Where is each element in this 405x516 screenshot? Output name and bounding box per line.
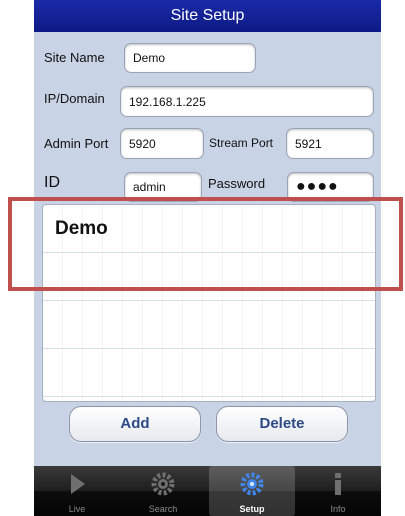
tab-label: Setup xyxy=(239,504,265,514)
site-list-item[interactable] xyxy=(43,349,375,397)
highlight-box xyxy=(8,197,403,291)
tab-label: Info xyxy=(330,504,346,514)
stream-port-field[interactable]: 5921 xyxy=(286,128,374,159)
id-label: ID xyxy=(44,174,60,191)
tab-label: Search xyxy=(148,504,178,514)
tab-setup[interactable]: Setup xyxy=(209,466,295,516)
page-title: Site Setup xyxy=(34,0,381,32)
info-icon xyxy=(335,473,341,495)
site-name-field[interactable]: Demo xyxy=(124,43,256,73)
add-button[interactable]: Add xyxy=(69,406,201,442)
search-gear-icon xyxy=(151,472,175,496)
stream-port-label: Stream Port xyxy=(209,136,274,150)
play-icon xyxy=(71,474,85,494)
site-name-label: Site Name xyxy=(44,50,105,65)
tab-info[interactable]: Info xyxy=(295,466,381,516)
tab-live[interactable]: Live xyxy=(34,466,120,516)
password-label: Password xyxy=(208,176,266,191)
gear-icon xyxy=(240,472,264,496)
ip-domain-field[interactable]: 192.168.1.225 xyxy=(120,86,374,117)
admin-port-label: Admin Port xyxy=(44,136,109,151)
tab-label: Live xyxy=(68,504,86,514)
tab-bar: Live Search Setup Info xyxy=(34,466,381,516)
tab-search[interactable]: Search xyxy=(120,466,206,516)
delete-button[interactable]: Delete xyxy=(216,406,348,442)
ip-domain-label: IP/Domain xyxy=(44,91,105,106)
admin-port-field[interactable]: 5920 xyxy=(120,128,204,159)
site-list-item[interactable] xyxy=(43,301,375,349)
